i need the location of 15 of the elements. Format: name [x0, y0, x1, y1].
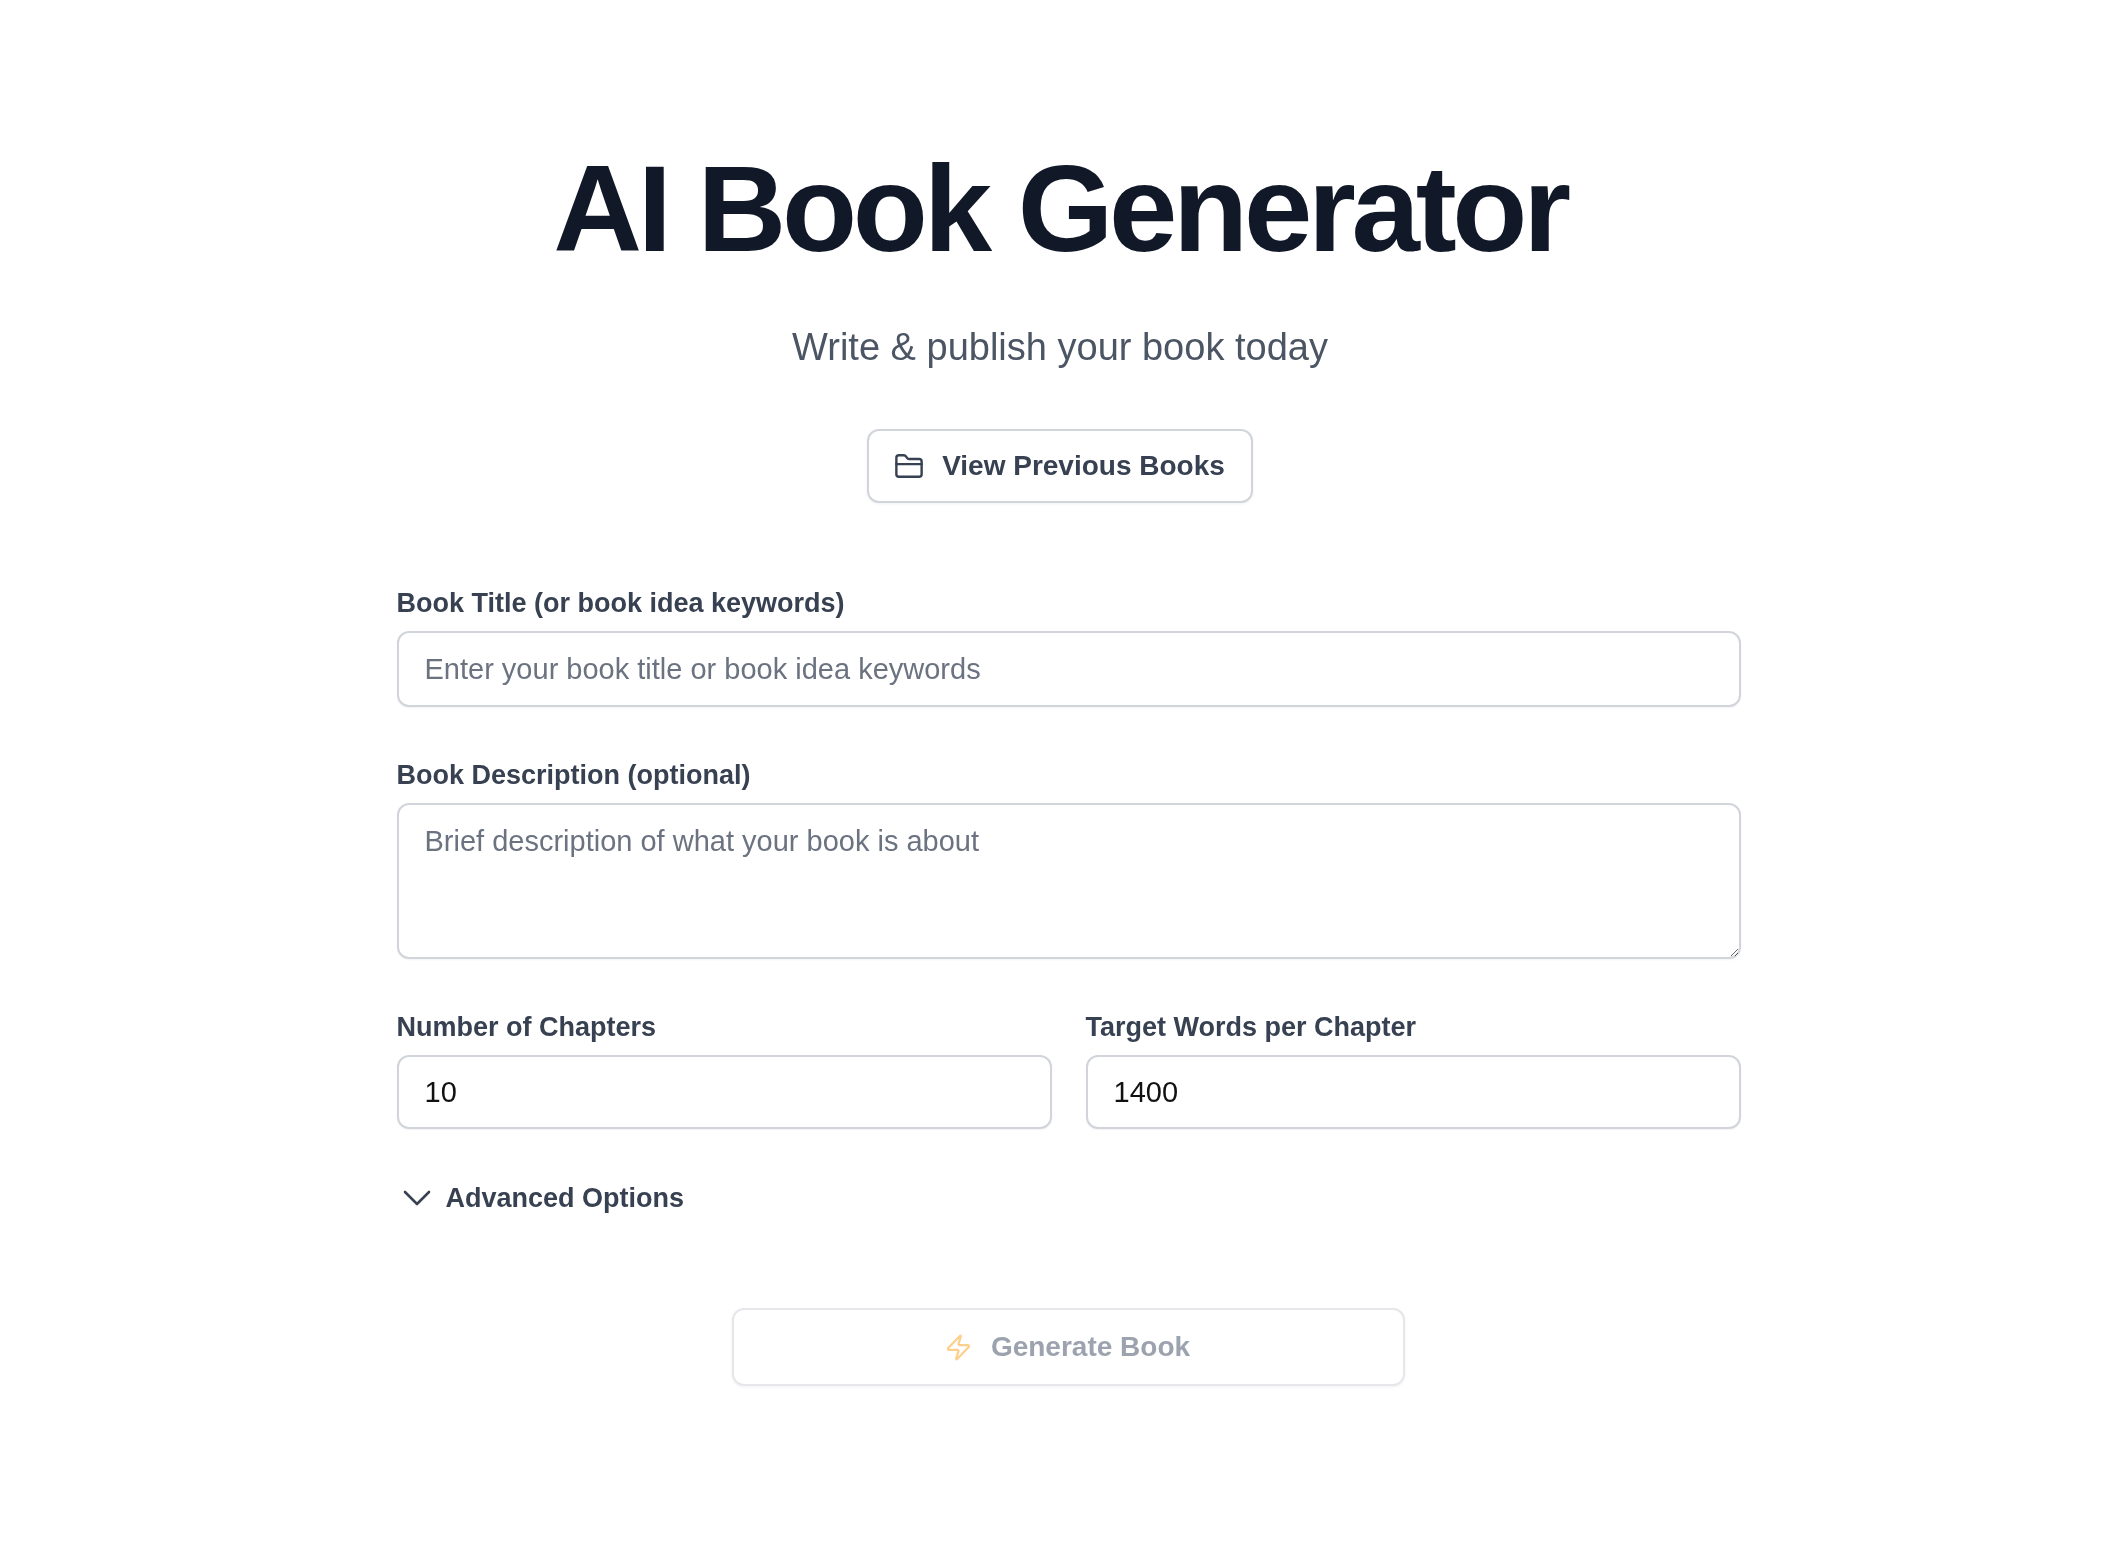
- text-input[interactable]: Enter your book title or book idea keywords: [396, 631, 1741, 707]
- view-previous-books-button[interactable]: View Previous Books: [867, 429, 1253, 503]
- number-input[interactable]: 10: [396, 1055, 1052, 1129]
- field-label: Book Title (or book idea keywords): [396, 587, 845, 620]
- page-subtitle: Write & publish your book today: [792, 325, 1328, 370]
- field-label: Number of Chapters: [396, 1011, 657, 1044]
- page-title: AI Book Generator: [553, 141, 1567, 277]
- description-textarea[interactable]: Brief description of what your book is about: [396, 803, 1741, 959]
- chevron-down-icon: [402, 1190, 431, 1206]
- advanced-options-toggle[interactable]: Advanced Options: [396, 1180, 685, 1216]
- number-input[interactable]: 1400: [1085, 1055, 1741, 1129]
- lightning-bolt-icon: [946, 1333, 970, 1361]
- field-label: Book Description (optional): [396, 759, 751, 792]
- folder-icon: [895, 454, 924, 478]
- field-label: Target Words per Chapter: [1085, 1011, 1417, 1044]
